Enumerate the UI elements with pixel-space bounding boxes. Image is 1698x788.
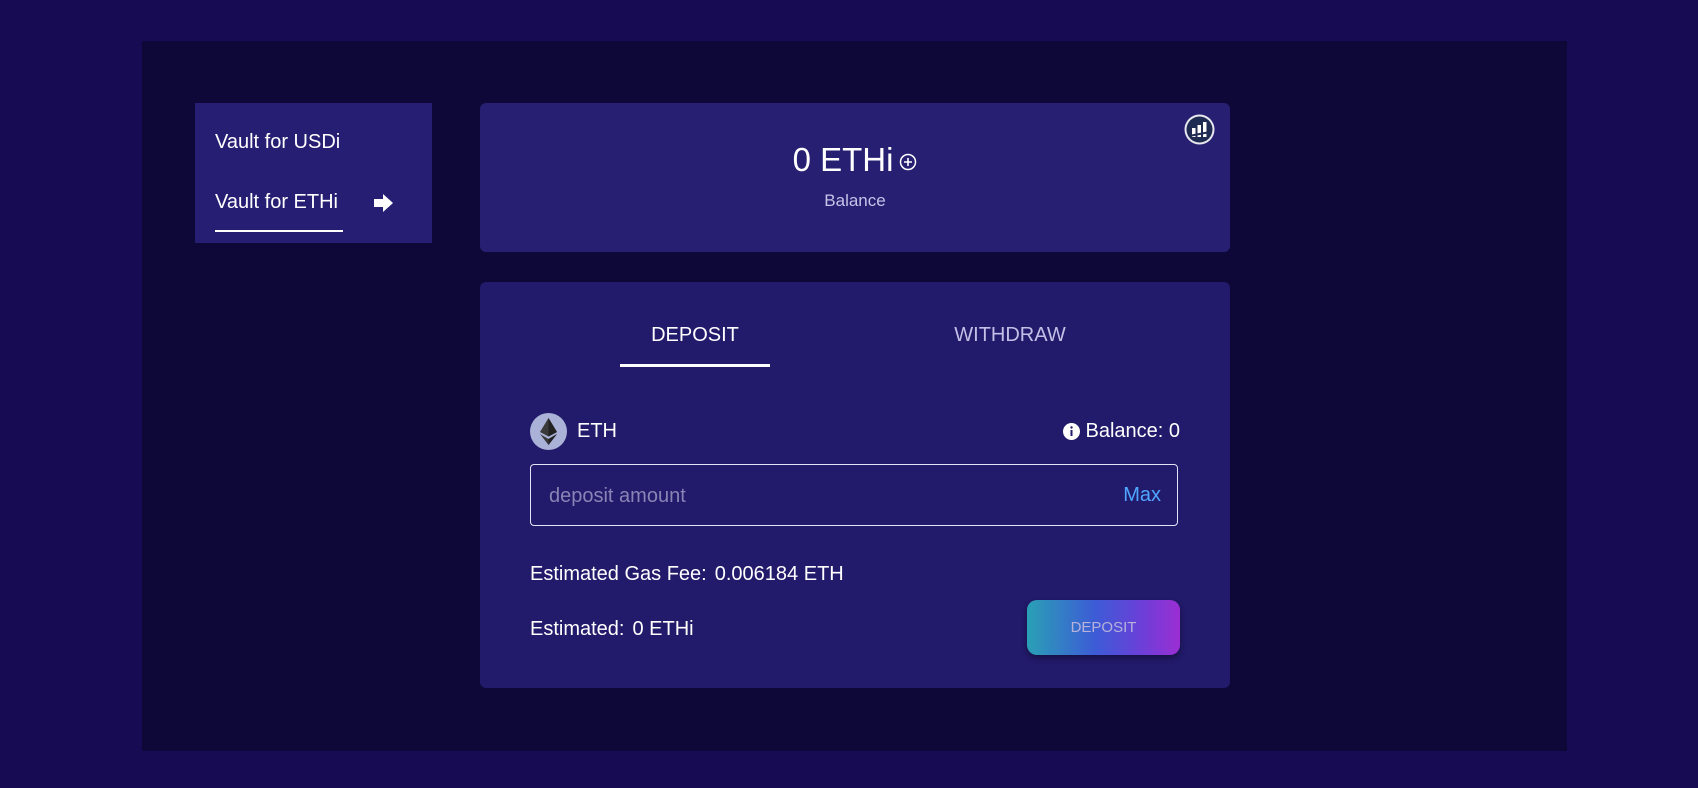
estimated-row: Estimated: 0 ETHi xyxy=(530,618,694,641)
gas-fee-value: 0.006184 ETH xyxy=(714,563,844,585)
token-name: ETH xyxy=(577,420,617,442)
active-tab-underline xyxy=(620,364,770,367)
token-selector: ETH xyxy=(530,413,617,450)
balance-label: Balance xyxy=(824,191,886,210)
info-icon[interactable] xyxy=(1063,423,1081,440)
gas-fee-label: Estimated Gas Fee: xyxy=(530,563,707,585)
gas-fee-row: Estimated Gas Fee: 0.006184 ETH xyxy=(530,563,844,586)
sidebar-item-label: Vault for USDi xyxy=(215,131,341,153)
sidebar-item-usdi-vault[interactable]: Vault for USDi xyxy=(215,131,340,154)
active-item-underline xyxy=(215,230,343,232)
arrow-right-icon xyxy=(374,194,393,212)
tab-deposit[interactable]: DEPOSIT xyxy=(620,324,770,347)
deposit-button[interactable]: DEPOSIT xyxy=(1027,600,1180,655)
sidebar-item-ethi-vault[interactable]: Vault for ETHi xyxy=(215,191,338,214)
tab-withdraw[interactable]: WITHDRAW xyxy=(935,324,1085,347)
estimated-value: 0 ETHi xyxy=(632,618,694,640)
deposit-withdraw-card: DEPOSIT WITHDRAW ETH Balance: 0 Max Esti… xyxy=(480,282,1230,688)
wallet-balance: Balance: 0 xyxy=(1063,420,1180,443)
balance-text: Balance: 0 xyxy=(1085,420,1180,442)
sidebar-item-label: Vault for ETHi xyxy=(215,191,338,213)
chart-icon[interactable] xyxy=(1184,114,1215,145)
balance-amount: 0 ETHi xyxy=(792,141,894,178)
amount-field-container: Max xyxy=(530,464,1178,527)
vault-sidebar: Vault for USDi Vault for ETHi xyxy=(195,103,432,243)
add-circle-icon[interactable] xyxy=(899,153,917,171)
balance-card: 0 ETHi Balance xyxy=(480,103,1230,252)
deposit-amount-input[interactable] xyxy=(547,465,1071,527)
eth-icon xyxy=(530,413,567,450)
estimated-label: Estimated: xyxy=(530,618,625,640)
max-button[interactable]: Max xyxy=(1123,484,1161,507)
